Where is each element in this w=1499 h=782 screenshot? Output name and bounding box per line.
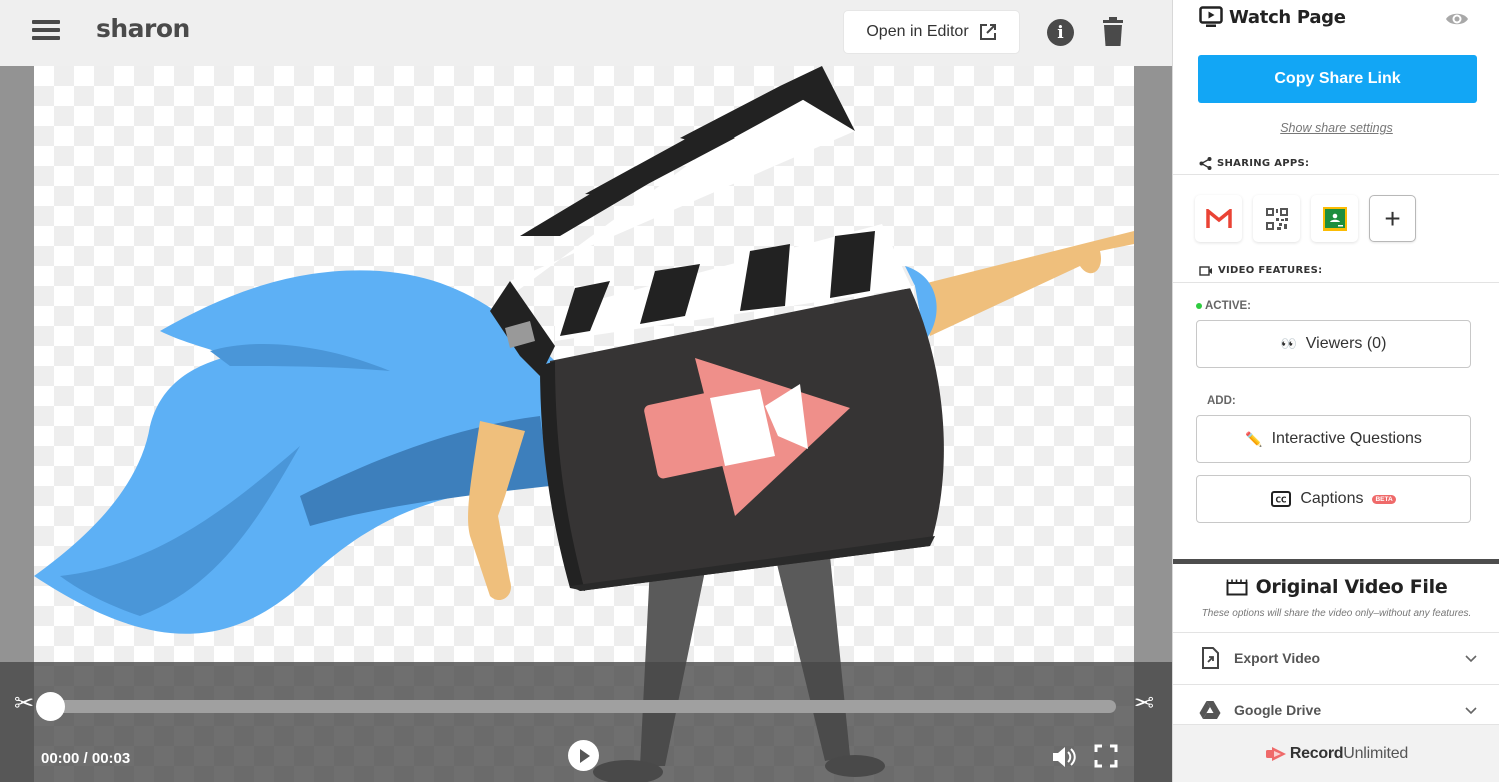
app-root: sharon Open in Editor i ✂ ✂ 00:00 / 00:0… [0, 0, 1499, 782]
eyes-emoji-icon: 👀 [1280, 336, 1297, 351]
clapperboard-icon [1226, 579, 1248, 596]
gmail-icon [1205, 208, 1232, 228]
video-title: sharon [96, 14, 190, 43]
chevron-down-icon [1465, 654, 1477, 662]
progress-thumb[interactable] [36, 692, 65, 721]
captions-button[interactable]: CC Captions BETA [1196, 475, 1471, 523]
player-controls: ✂ ✂ 00:00 / 00:03 [0, 662, 1172, 782]
interactive-questions-button[interactable]: ✏️ Interactive Questions [1196, 415, 1471, 463]
original-video-file-subtitle: These options will share the video only–… [1201, 608, 1472, 619]
progress-track[interactable] [50, 700, 1116, 713]
export-video-accordion[interactable]: Export Video [1173, 632, 1499, 682]
share-icon [1199, 157, 1212, 170]
gmail-app-button[interactable] [1195, 195, 1242, 242]
info-icon[interactable]: i [1047, 19, 1074, 46]
export-file-icon [1202, 646, 1219, 669]
google-drive-icon [1199, 700, 1221, 719]
trash-icon[interactable] [1101, 17, 1125, 47]
brand-name-light: Unlimited [1343, 744, 1409, 762]
plus-icon: + [1384, 202, 1401, 234]
open-in-editor-button[interactable]: Open in Editor [844, 11, 1019, 53]
active-status-dot [1196, 303, 1202, 309]
divider [1173, 282, 1499, 283]
top-bar: sharon Open in Editor i [0, 0, 1172, 66]
video-player[interactable]: ✂ ✂ 00:00 / 00:03 [0, 66, 1172, 782]
divider [1173, 174, 1499, 175]
active-features-label: ACTIVE: [1196, 300, 1251, 312]
qr-code-icon [1265, 207, 1288, 230]
qr-code-app-button[interactable] [1253, 195, 1300, 242]
brand-name-bold: Record [1289, 744, 1344, 762]
eye-icon[interactable] [1445, 10, 1469, 28]
arm-back [468, 421, 525, 601]
external-link-icon [979, 24, 996, 40]
time-display: 00:00 / 00:03 [41, 750, 131, 767]
original-video-file-header: Original Video File [1173, 576, 1499, 598]
sharing-apps-list: + [1195, 195, 1416, 242]
trim-end-scissors-icon[interactable]: ✂ [1128, 690, 1154, 717]
google-classroom-icon [1322, 206, 1347, 231]
fullscreen-icon[interactable] [1094, 744, 1118, 768]
open-in-editor-label: Open in Editor [866, 23, 969, 40]
pencil-emoji-icon: ✏️ [1245, 430, 1263, 447]
play-button[interactable] [568, 740, 599, 771]
arm-pointing [915, 231, 1134, 336]
section-divider [1173, 559, 1499, 564]
show-share-settings-link[interactable]: Show share settings [1173, 121, 1499, 135]
video-camera-icon [1199, 265, 1212, 276]
svg-text:CC: CC [1276, 496, 1288, 505]
cc-icon: CC [1271, 491, 1292, 507]
watch-page-header: Watch Page [1199, 6, 1346, 28]
watch-page-icon [1199, 6, 1223, 27]
sharing-apps-label: SHARING APPS: [1199, 157, 1309, 170]
record-unlimited-footer[interactable]: Record Unlimited [1173, 724, 1499, 782]
add-app-button[interactable]: + [1369, 195, 1416, 242]
viewers-button[interactable]: 👀 Viewers (0) [1196, 320, 1471, 368]
brand-logo-icon [1265, 746, 1286, 761]
beta-badge: BETA [1372, 494, 1396, 504]
chevron-down-icon [1465, 706, 1477, 714]
google-classroom-app-button[interactable] [1311, 195, 1358, 242]
hamburger-menu-icon[interactable] [32, 20, 60, 44]
add-features-label: ADD: [1207, 395, 1236, 407]
copy-share-link-button[interactable]: Copy Share Link [1198, 55, 1477, 103]
video-features-label: VIDEO FEATURES: [1199, 265, 1322, 276]
watch-page-title: Watch Page [1229, 6, 1346, 28]
volume-icon[interactable] [1051, 744, 1077, 770]
share-sidebar: Watch Page Copy Share Link Show share se… [1172, 0, 1499, 782]
